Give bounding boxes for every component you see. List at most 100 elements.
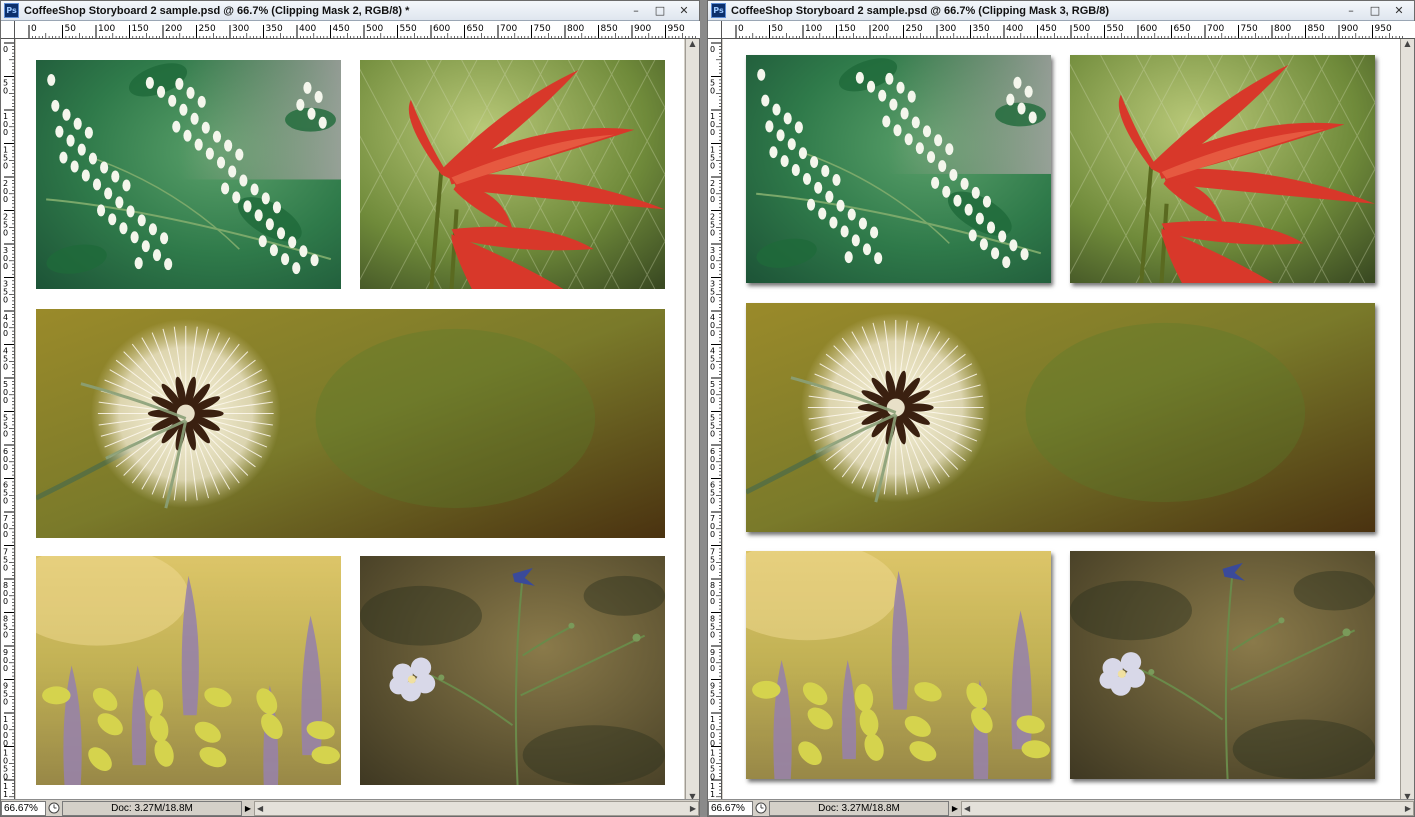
scroll-up-icon[interactable]: ▲ bbox=[1404, 39, 1410, 48]
svg-text:0: 0 bbox=[3, 87, 8, 96]
svg-text:0: 0 bbox=[710, 463, 715, 472]
window-title: CoffeeShop Storyboard 2 sample.psd @ 66.… bbox=[731, 4, 1110, 17]
close-icon[interactable]: ✕ bbox=[673, 3, 695, 19]
svg-text:0: 0 bbox=[710, 698, 715, 707]
svg-text:0: 0 bbox=[3, 664, 8, 673]
ruler-origin[interactable] bbox=[708, 21, 722, 39]
minimize-icon[interactable]: – bbox=[625, 3, 647, 19]
white-blossom-photo[interactable] bbox=[746, 55, 1051, 283]
svg-text:0: 0 bbox=[710, 597, 715, 606]
svg-text:0: 0 bbox=[710, 396, 715, 405]
status-bar: 66.67% Doc: 3.27M/18.8M ▶ ◀ ▶ bbox=[1, 799, 699, 816]
svg-text:0: 0 bbox=[3, 564, 8, 573]
document-window-1[interactable]: Ps CoffeeShop Storyboard 2 sample.psd @ … bbox=[0, 0, 700, 817]
vertical-ruler[interactable]: 0501001502002503003504004505005506006507… bbox=[1, 39, 15, 801]
document-canvas[interactable] bbox=[723, 39, 1401, 799]
svg-text:850: 850 bbox=[601, 24, 618, 34]
document-window-2[interactable]: Ps CoffeeShop Storyboard 2 sample.psd @ … bbox=[707, 0, 1415, 817]
svg-text:500: 500 bbox=[366, 24, 383, 34]
svg-text:950: 950 bbox=[668, 24, 685, 34]
photoshop-icon: Ps bbox=[4, 3, 19, 18]
svg-text:50: 50 bbox=[772, 24, 784, 34]
svg-text:0: 0 bbox=[710, 497, 715, 506]
document-size-info: Doc: 3.27M/18.8M bbox=[62, 800, 242, 816]
dandelion-photo[interactable] bbox=[36, 309, 665, 538]
maximize-icon[interactable]: □ bbox=[1364, 3, 1386, 19]
close-icon[interactable]: ✕ bbox=[1388, 3, 1410, 19]
flax-flower-photo[interactable] bbox=[1070, 551, 1375, 779]
horizontal-ruler[interactable]: 0 50 100 150 200 250 300 350 400 450 500 550 600 650 7… bbox=[15, 21, 700, 39]
window-title: CoffeeShop Storyboard 2 sample.psd @ 66.… bbox=[24, 4, 410, 17]
scroll-up-icon[interactable]: ▲ bbox=[689, 39, 695, 48]
zoom-level-field[interactable]: 66.67% bbox=[708, 800, 753, 816]
scroll-left-icon[interactable]: ◀ bbox=[257, 804, 263, 813]
svg-text:750: 750 bbox=[1241, 24, 1258, 34]
svg-text:200: 200 bbox=[165, 24, 182, 34]
svg-text:0: 0 bbox=[710, 631, 715, 640]
svg-text:650: 650 bbox=[1174, 24, 1191, 34]
clock-icon[interactable] bbox=[753, 801, 769, 816]
horizontal-scrollbar[interactable]: ◀ ▶ bbox=[961, 800, 1414, 816]
red-lily-photo[interactable] bbox=[1070, 55, 1375, 283]
svg-text:0: 0 bbox=[3, 396, 8, 405]
ruler-origin[interactable] bbox=[1, 21, 15, 39]
photoshop-icon: Ps bbox=[711, 3, 726, 18]
scroll-right-icon[interactable]: ▶ bbox=[1405, 804, 1411, 813]
svg-text:400: 400 bbox=[1006, 24, 1023, 34]
svg-text:0: 0 bbox=[710, 195, 715, 204]
document-size-info: Doc: 3.27M/18.8M bbox=[769, 800, 949, 816]
zoom-level-field[interactable]: 66.67% bbox=[1, 800, 46, 816]
svg-text:0: 0 bbox=[710, 530, 715, 539]
svg-text:350: 350 bbox=[266, 24, 283, 34]
svg-text:800: 800 bbox=[567, 24, 584, 34]
svg-text:0: 0 bbox=[3, 296, 8, 305]
status-menu-arrow-icon[interactable]: ▶ bbox=[949, 801, 961, 816]
vertical-scrollbar[interactable]: ▲ ▼ bbox=[1400, 39, 1414, 801]
svg-text:0: 0 bbox=[3, 128, 8, 137]
svg-text:50: 50 bbox=[65, 24, 77, 34]
status-menu-arrow-icon[interactable]: ▶ bbox=[242, 801, 254, 816]
svg-text:600: 600 bbox=[433, 24, 450, 34]
document-canvas[interactable] bbox=[16, 39, 684, 799]
horizontal-ruler[interactable]: 0 50 100 150 200 250 300 350 400 450 500 550 600 650 7… bbox=[722, 21, 1415, 39]
title-bar[interactable]: Ps CoffeeShop Storyboard 2 sample.psd @ … bbox=[708, 1, 1414, 21]
svg-text:100: 100 bbox=[98, 24, 115, 34]
vertical-ruler[interactable]: 0501001502002503003504004505005506006507… bbox=[708, 39, 722, 801]
vertical-scrollbar[interactable]: ▲ ▼ bbox=[685, 39, 699, 801]
svg-text:0: 0 bbox=[3, 162, 8, 171]
svg-text:0: 0 bbox=[31, 24, 37, 34]
title-bar[interactable]: Ps CoffeeShop Storyboard 2 sample.psd @ … bbox=[1, 1, 699, 21]
svg-text:150: 150 bbox=[839, 24, 856, 34]
minimize-icon[interactable]: – bbox=[1340, 3, 1362, 19]
lupine-photo[interactable] bbox=[746, 551, 1051, 779]
svg-text:0: 0 bbox=[738, 24, 744, 34]
lupine-photo[interactable] bbox=[36, 556, 341, 785]
red-lily-photo[interactable] bbox=[360, 60, 665, 289]
maximize-icon[interactable]: □ bbox=[649, 3, 671, 19]
svg-text:0: 0 bbox=[710, 87, 715, 96]
horizontal-scrollbar[interactable]: ◀ ▶ bbox=[254, 800, 699, 816]
svg-text:400: 400 bbox=[299, 24, 316, 34]
svg-text:0: 0 bbox=[710, 329, 715, 338]
scroll-right-icon[interactable]: ▶ bbox=[690, 804, 696, 813]
white-blossom-photo[interactable] bbox=[36, 60, 341, 289]
dandelion-photo[interactable] bbox=[746, 303, 1375, 532]
svg-text:600: 600 bbox=[1140, 24, 1157, 34]
svg-text:250: 250 bbox=[199, 24, 216, 34]
flax-flower-photo[interactable] bbox=[360, 556, 665, 785]
clock-icon[interactable] bbox=[46, 801, 62, 816]
status-bar: 66.67% Doc: 3.27M/18.8M ▶ ◀ ▶ bbox=[708, 799, 1414, 816]
svg-text:0: 0 bbox=[3, 530, 8, 539]
svg-text:0: 0 bbox=[3, 229, 8, 238]
svg-text:200: 200 bbox=[872, 24, 889, 34]
svg-text:650: 650 bbox=[467, 24, 484, 34]
svg-text:0: 0 bbox=[3, 262, 8, 271]
svg-text:250: 250 bbox=[906, 24, 923, 34]
svg-text:0: 0 bbox=[710, 430, 715, 439]
svg-text:0: 0 bbox=[710, 296, 715, 305]
svg-text:0: 0 bbox=[3, 430, 8, 439]
svg-text:300: 300 bbox=[939, 24, 956, 34]
svg-text:150: 150 bbox=[132, 24, 149, 34]
svg-text:750: 750 bbox=[534, 24, 551, 34]
scroll-left-icon[interactable]: ◀ bbox=[964, 804, 970, 813]
